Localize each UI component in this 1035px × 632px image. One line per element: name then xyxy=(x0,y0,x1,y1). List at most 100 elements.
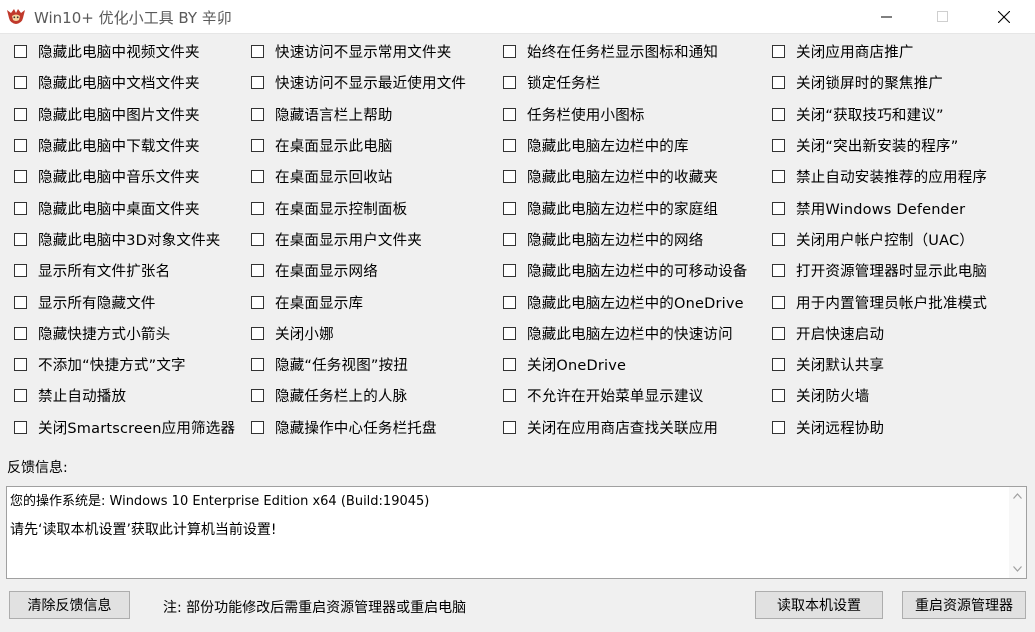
checkbox[interactable] xyxy=(14,76,27,90)
checkbox[interactable] xyxy=(772,45,785,59)
checkbox[interactable] xyxy=(251,232,264,246)
option-checkbox-row[interactable]: 显示所有隐藏文件 xyxy=(14,286,235,317)
feedback-textbox[interactable]: 您的操作系统是: Windows 10 Enterprise Edition x… xyxy=(6,486,1027,579)
option-checkbox-row[interactable]: 在桌面显示控制面板 xyxy=(251,192,466,223)
checkbox[interactable] xyxy=(14,295,27,309)
option-checkbox-row[interactable]: 禁用Windows Defender xyxy=(772,192,987,223)
scroll-up-icon[interactable] xyxy=(1013,493,1022,499)
checkbox[interactable] xyxy=(251,107,264,121)
option-checkbox-row[interactable]: 隐藏此电脑中下载文件夹 xyxy=(14,130,235,161)
title-bar[interactable]: Win10+ 优化小工具 BY 辛卯 xyxy=(0,0,1035,34)
option-checkbox-row[interactable]: 隐藏此电脑左边栏中的快速访问 xyxy=(503,318,748,349)
option-checkbox-row[interactable]: 隐藏此电脑左边栏中的OneDrive xyxy=(503,286,748,317)
checkbox[interactable] xyxy=(772,264,785,278)
checkbox[interactable] xyxy=(503,232,516,246)
checkbox[interactable] xyxy=(503,326,516,340)
option-checkbox-row[interactable]: 关闭小娜 xyxy=(251,318,466,349)
checkbox[interactable] xyxy=(251,358,264,372)
close-button[interactable] xyxy=(981,0,1027,33)
option-checkbox-row[interactable]: 始终在任务栏显示图标和通知 xyxy=(503,36,748,67)
checkbox[interactable] xyxy=(14,420,27,434)
checkbox[interactable] xyxy=(503,389,516,403)
option-checkbox-row[interactable]: 显示所有文件扩张名 xyxy=(14,255,235,286)
option-checkbox-row[interactable]: 关闭“获取技巧和建议” xyxy=(772,99,987,130)
checkbox[interactable] xyxy=(503,358,516,372)
option-checkbox-row[interactable]: 隐藏此电脑中音乐文件夹 xyxy=(14,161,235,192)
option-checkbox-row[interactable]: 禁止自动播放 xyxy=(14,380,235,411)
checkbox[interactable] xyxy=(772,232,785,246)
checkbox[interactable] xyxy=(503,139,516,153)
checkbox[interactable] xyxy=(251,45,264,59)
option-checkbox-row[interactable]: 锁定任务栏 xyxy=(503,67,748,98)
checkbox[interactable] xyxy=(14,45,27,59)
option-checkbox-row[interactable]: 隐藏此电脑中3D对象文件夹 xyxy=(14,224,235,255)
checkbox[interactable] xyxy=(772,326,785,340)
checkbox[interactable] xyxy=(503,170,516,184)
option-checkbox-row[interactable]: 关闭远程协助 xyxy=(772,412,987,443)
option-checkbox-row[interactable]: 在桌面显示库 xyxy=(251,286,466,317)
option-checkbox-row[interactable]: 隐藏此电脑左边栏中的收藏夹 xyxy=(503,161,748,192)
checkbox[interactable] xyxy=(772,76,785,90)
option-checkbox-row[interactable]: 隐藏此电脑中桌面文件夹 xyxy=(14,192,235,223)
checkbox[interactable] xyxy=(251,201,264,215)
option-checkbox-row[interactable]: 隐藏快捷方式小箭头 xyxy=(14,318,235,349)
option-checkbox-row[interactable]: 在桌面显示网络 xyxy=(251,255,466,286)
checkbox[interactable] xyxy=(503,295,516,309)
checkbox[interactable] xyxy=(14,139,27,153)
option-checkbox-row[interactable]: 在桌面显示用户文件夹 xyxy=(251,224,466,255)
option-checkbox-row[interactable]: 在桌面显示此电脑 xyxy=(251,130,466,161)
checkbox[interactable] xyxy=(14,358,27,372)
checkbox[interactable] xyxy=(772,107,785,121)
option-checkbox-row[interactable]: 隐藏此电脑左边栏中的库 xyxy=(503,130,748,161)
checkbox[interactable] xyxy=(772,358,785,372)
option-checkbox-row[interactable]: 关闭默认共享 xyxy=(772,349,987,380)
option-checkbox-row[interactable]: 关闭用户帐户控制（UAC） xyxy=(772,224,987,255)
checkbox[interactable] xyxy=(772,420,785,434)
option-checkbox-row[interactable]: 关闭应用商店推广 xyxy=(772,36,987,67)
restart-explorer-button[interactable]: 重启资源管理器 xyxy=(902,591,1026,619)
option-checkbox-row[interactable]: 不添加“快捷方式”文字 xyxy=(14,349,235,380)
option-checkbox-row[interactable]: 隐藏此电脑左边栏中的可移动设备 xyxy=(503,255,748,286)
option-checkbox-row[interactable]: 隐藏此电脑左边栏中的家庭组 xyxy=(503,192,748,223)
option-checkbox-row[interactable]: 隐藏此电脑左边栏中的网络 xyxy=(503,224,748,255)
checkbox[interactable] xyxy=(251,170,264,184)
checkbox[interactable] xyxy=(14,232,27,246)
option-checkbox-row[interactable]: 在桌面显示回收站 xyxy=(251,161,466,192)
scroll-down-icon[interactable] xyxy=(1013,566,1022,572)
option-checkbox-row[interactable]: 禁止自动安装推荐的应用程序 xyxy=(772,161,987,192)
option-checkbox-row[interactable]: 隐藏“任务视图”按扭 xyxy=(251,349,466,380)
option-checkbox-row[interactable]: 隐藏语言栏上帮助 xyxy=(251,99,466,130)
checkbox[interactable] xyxy=(503,107,516,121)
option-checkbox-row[interactable]: 关闭Smartscreen应用筛选器 xyxy=(14,412,235,443)
checkbox[interactable] xyxy=(251,295,264,309)
checkbox[interactable] xyxy=(772,389,785,403)
checkbox[interactable] xyxy=(14,201,27,215)
option-checkbox-row[interactable]: 隐藏此电脑中图片文件夹 xyxy=(14,99,235,130)
checkbox[interactable] xyxy=(503,201,516,215)
checkbox[interactable] xyxy=(251,264,264,278)
checkbox[interactable] xyxy=(14,170,27,184)
option-checkbox-row[interactable]: 隐藏操作中心任务栏托盘 xyxy=(251,412,466,443)
option-checkbox-row[interactable]: 关闭OneDrive xyxy=(503,349,748,380)
checkbox[interactable] xyxy=(503,76,516,90)
option-checkbox-row[interactable]: 关闭“突出新安装的程序” xyxy=(772,130,987,161)
checkbox[interactable] xyxy=(251,76,264,90)
option-checkbox-row[interactable]: 不允许在开始菜单显示建议 xyxy=(503,380,748,411)
option-checkbox-row[interactable]: 隐藏此电脑中文档文件夹 xyxy=(14,67,235,98)
option-checkbox-row[interactable]: 开启快速启动 xyxy=(772,318,987,349)
checkbox[interactable] xyxy=(14,107,27,121)
clear-feedback-button[interactable]: 清除反馈信息 xyxy=(9,591,130,619)
checkbox[interactable] xyxy=(772,170,785,184)
option-checkbox-row[interactable]: 隐藏任务栏上的人脉 xyxy=(251,380,466,411)
minimize-button[interactable] xyxy=(864,0,910,33)
option-checkbox-row[interactable]: 关闭锁屏时的聚焦推广 xyxy=(772,67,987,98)
checkbox[interactable] xyxy=(251,389,264,403)
option-checkbox-row[interactable]: 隐藏此电脑中视频文件夹 xyxy=(14,36,235,67)
checkbox[interactable] xyxy=(251,326,264,340)
checkbox[interactable] xyxy=(14,264,27,278)
checkbox[interactable] xyxy=(503,45,516,59)
option-checkbox-row[interactable]: 快速访问不显示常用文件夹 xyxy=(251,36,466,67)
checkbox[interactable] xyxy=(251,420,264,434)
checkbox[interactable] xyxy=(503,264,516,278)
option-checkbox-row[interactable]: 关闭防火墙 xyxy=(772,380,987,411)
